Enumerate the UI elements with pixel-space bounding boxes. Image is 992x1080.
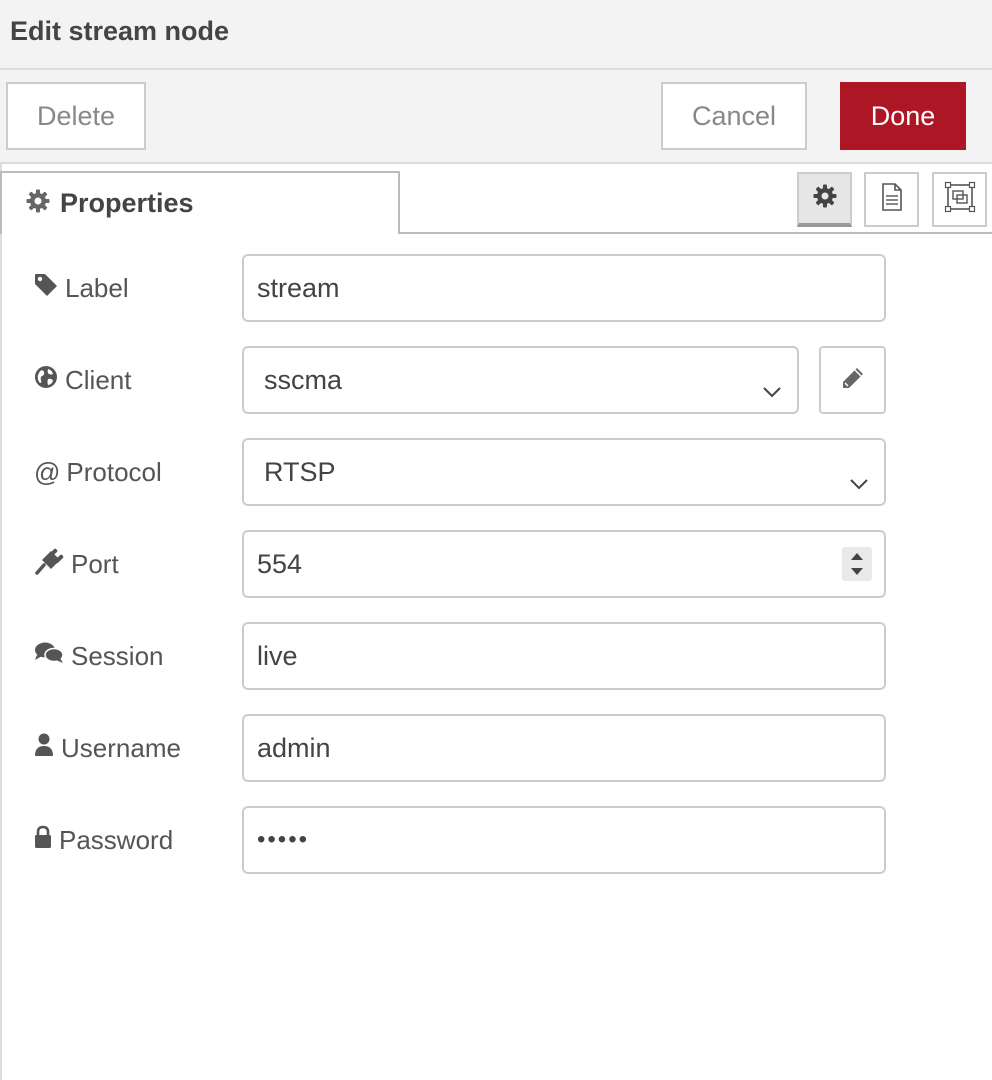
- client-select[interactable]: sscma: [242, 346, 799, 414]
- stepper-up-icon: [851, 553, 863, 560]
- protocol-select[interactable]: RTSP: [242, 438, 886, 506]
- form-row-username: Username admin: [0, 714, 992, 782]
- chevron-down-icon: [850, 466, 868, 497]
- tab-node-appearance[interactable]: [932, 172, 987, 227]
- username-input[interactable]: admin: [242, 714, 886, 782]
- protocol-select-value: RTSP: [264, 456, 336, 487]
- done-button[interactable]: Done: [840, 82, 966, 150]
- description-icon: [881, 183, 903, 216]
- label-field-caption: Label: [65, 272, 129, 303]
- dialog-title: Edit stream node: [10, 16, 230, 46]
- port-stepper[interactable]: [842, 547, 872, 581]
- form-row-client: Client sscma: [0, 346, 992, 414]
- form-row-protocol: @ Protocol RTSP: [0, 438, 992, 506]
- tab-bar: Properties: [0, 164, 992, 234]
- form-row-session: Session live: [0, 622, 992, 690]
- layout-icon: [944, 181, 976, 218]
- password-field-caption: Password: [59, 824, 174, 855]
- session-field-caption: Session: [71, 640, 164, 671]
- pencil-icon: [841, 366, 865, 395]
- gear-icon: [26, 189, 50, 218]
- form-row-password: Password •••••: [0, 806, 992, 874]
- delete-button[interactable]: Delete: [6, 82, 146, 150]
- port-field-caption: Port: [71, 548, 119, 579]
- tab-bar-divider: [398, 232, 992, 234]
- dialog-toolbar: Delete Cancel Done: [0, 70, 992, 164]
- session-input[interactable]: live: [242, 622, 886, 690]
- tab-properties-label: Properties: [60, 188, 194, 218]
- tag-icon: [34, 273, 65, 304]
- gear-icon: [813, 184, 837, 213]
- plug-icon: [34, 547, 71, 582]
- port-input[interactable]: 554: [242, 530, 886, 598]
- label-input[interactable]: stream: [242, 254, 886, 322]
- password-input[interactable]: •••••: [242, 806, 886, 874]
- user-icon: [34, 733, 61, 764]
- globe-icon: [34, 365, 65, 396]
- password-input-value: •••••: [257, 826, 310, 853]
- port-input-value: 554: [257, 548, 303, 579]
- cancel-button[interactable]: Cancel: [661, 82, 807, 150]
- tab-node-settings[interactable]: [797, 172, 852, 227]
- comments-icon: [34, 641, 71, 672]
- protocol-field-caption: Protocol: [66, 456, 162, 487]
- client-field-caption: Client: [65, 364, 132, 395]
- stepper-down-icon: [851, 568, 863, 575]
- at-icon: @: [34, 456, 61, 487]
- tab-properties[interactable]: Properties: [0, 171, 400, 234]
- dialog-titlebar: Edit stream node: [0, 0, 992, 70]
- tab-node-description[interactable]: [864, 172, 919, 227]
- client-select-value: sscma: [264, 364, 343, 395]
- form-row-port: Port 554: [0, 530, 992, 598]
- edit-client-button[interactable]: [819, 346, 886, 414]
- lock-icon: [34, 825, 59, 856]
- username-field-caption: Username: [61, 732, 181, 763]
- chevron-down-icon: [763, 374, 781, 405]
- form-row-label: Label stream: [0, 254, 992, 322]
